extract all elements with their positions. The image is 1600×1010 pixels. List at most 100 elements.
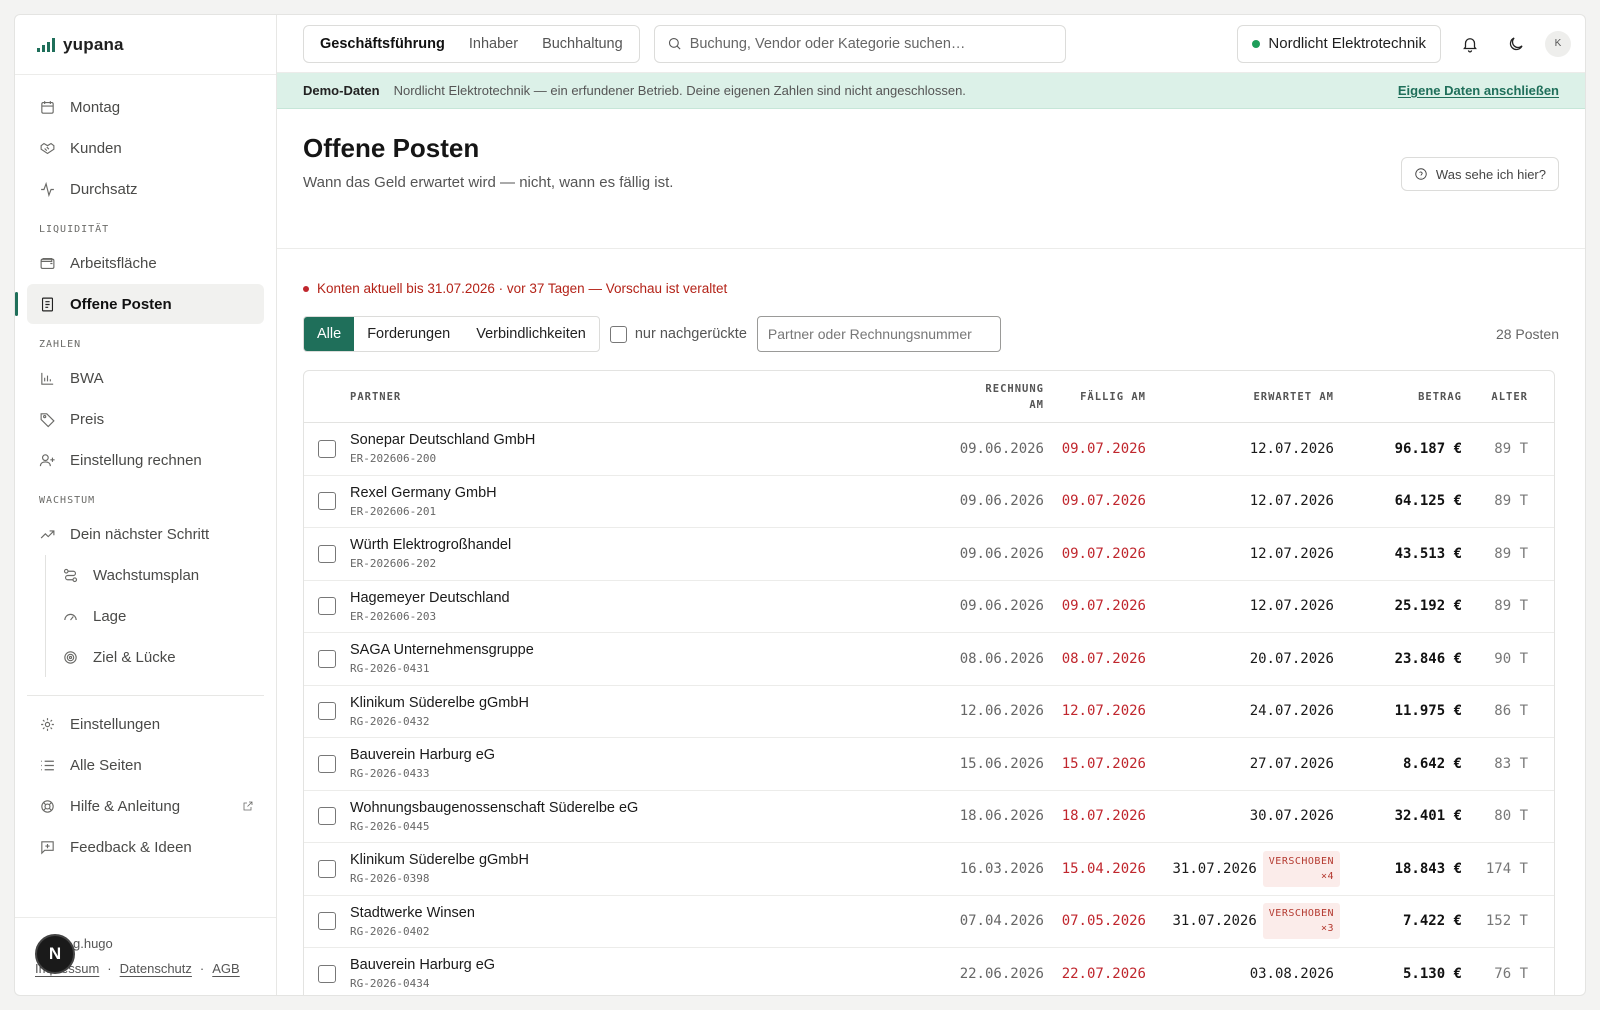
connect-data-link[interactable]: Eigene Daten anschließen: [1398, 83, 1559, 98]
col-erwartet-label: ERWARTET AM: [1253, 390, 1334, 403]
col-betrag[interactable]: BETRAG: [1340, 391, 1462, 403]
sidebar-item-hilfe[interactable]: Hilfe & Anleitung: [27, 786, 264, 826]
sidebar-item-alle-seiten[interactable]: Alle Seiten: [27, 745, 264, 785]
brand[interactable]: yupana: [15, 15, 276, 75]
avatar[interactable]: K: [1545, 30, 1571, 57]
filter-forderungen[interactable]: Forderungen: [354, 317, 463, 351]
filter-alle[interactable]: Alle: [304, 317, 355, 351]
sidebar-item-label: Lage: [93, 607, 127, 625]
table-row[interactable]: Wohnungsbaugenossenschaft Süderelbe eG R…: [304, 791, 1554, 843]
filter-verbindlichkeiten[interactable]: Verbindlichkeiten: [463, 317, 599, 351]
col-alter[interactable]: ALTER: [1462, 391, 1538, 403]
col-erwartet[interactable]: ERWARTET AM: [1146, 391, 1340, 403]
warning-dot-icon: [303, 285, 309, 292]
moved-up-label: nur nachgerückte: [634, 326, 747, 342]
row-checkbox[interactable]: [318, 912, 336, 931]
col-rechnung-line2: AM: [1029, 398, 1044, 411]
route-icon: [63, 568, 78, 582]
row-checkbox[interactable]: [318, 754, 336, 773]
expected-date: 12.07.2026: [1249, 440, 1334, 457]
age: 86 T: [1494, 703, 1528, 720]
theme-toggle-button[interactable]: [1499, 27, 1533, 61]
agb-link[interactable]: AGB: [212, 961, 239, 976]
table-row[interactable]: Bauverein Harburg eG RG-2026-0433 15.06.…: [304, 738, 1554, 791]
row-checkbox[interactable]: [318, 492, 336, 511]
row-checkbox[interactable]: [318, 807, 336, 826]
row-checkbox[interactable]: [318, 964, 336, 983]
partner-search-input[interactable]: [756, 316, 1001, 352]
sidebar-item-einstellung-rechnen[interactable]: Einstellung rechnen: [27, 440, 264, 480]
partner-name: Stadtwerke Winsen: [350, 904, 475, 921]
shifted-label: VERSCHOBEN: [1268, 908, 1334, 920]
col-rechnung[interactable]: RECHNUNG AM: [920, 383, 1044, 411]
expected-date: 12.07.2026: [1249, 598, 1334, 615]
sidebar-item-offene-posten[interactable]: Offene Posten: [15, 284, 264, 324]
sidebar-item-bwa[interactable]: BWA: [27, 358, 264, 398]
datenschutz-link[interactable]: Datenschutz: [120, 961, 192, 976]
role-tab-geschaeftsfuehrung[interactable]: Geschäftsführung: [308, 29, 457, 59]
sidebar-item-arbeitsflaeche[interactable]: Arbeitsfläche: [27, 243, 264, 283]
table-row[interactable]: Sonepar Deutschland GmbH ER-202606-200 0…: [304, 423, 1554, 476]
expected-date: 27.07.2026: [1249, 755, 1334, 772]
sidebar-item-lage[interactable]: Lage: [50, 596, 264, 636]
search-input[interactable]: [689, 35, 1050, 52]
amount: 64.125 €: [1394, 493, 1462, 510]
partner-name: SAGA Unternehmensgruppe: [350, 642, 534, 659]
content: Konten aktuell bis 31.07.2026 · vor 37 T…: [277, 281, 1585, 995]
table-row[interactable]: Bauverein Harburg eG RG-2026-0434 22.06.…: [304, 948, 1554, 995]
role-tab-inhaber[interactable]: Inhaber: [457, 29, 530, 59]
gear-icon: [41, 717, 54, 731]
invoice-number: RG-2026-0433: [350, 767, 430, 781]
notifications-button[interactable]: [1453, 27, 1487, 61]
col-partner[interactable]: PARTNER: [350, 391, 920, 403]
moved-up-checkbox[interactable]: [609, 325, 627, 343]
activity-icon: [41, 181, 54, 197]
sidebar-item-kunden[interactable]: Kunden: [27, 128, 264, 168]
sidebar-item-montag[interactable]: Montag: [27, 87, 264, 127]
sidebar-divider: [27, 695, 264, 696]
row-checkbox-cell: [304, 912, 350, 931]
age: 76 T: [1494, 965, 1528, 982]
sidebar-item-feedback[interactable]: Feedback & Ideen: [27, 827, 264, 867]
row-checkbox[interactable]: [318, 702, 336, 721]
moved-up-filter[interactable]: nur nachgerückte: [609, 325, 747, 343]
table-row[interactable]: Klinikum Süderelbe gGmbH RG-2026-0398 16…: [304, 843, 1554, 896]
table-row[interactable]: SAGA Unternehmensgruppe RG-2026-0431 08.…: [304, 633, 1554, 686]
role-tab-buchhaltung[interactable]: Buchhaltung: [530, 29, 635, 59]
due-date: 12.07.2026: [1061, 703, 1146, 720]
table-row[interactable]: Hagemeyer Deutschland ER-202606-203 09.0…: [304, 581, 1554, 633]
help-button[interactable]: Was sehe ich hier?: [1400, 157, 1559, 191]
next-devtools-badge[interactable]: N: [35, 934, 75, 974]
sidebar-item-einstellungen[interactable]: Einstellungen: [27, 704, 264, 744]
row-checkbox-cell: [304, 859, 350, 878]
row-checkbox[interactable]: [318, 859, 336, 878]
sidebar-item-wachstumsplan[interactable]: Wachstumsplan: [50, 555, 264, 595]
due-date: 09.07.2026: [1061, 545, 1146, 562]
row-checkbox[interactable]: [318, 439, 336, 458]
row-checkbox[interactable]: [318, 649, 336, 668]
table-row[interactable]: Stadtwerke Winsen RG-2026-0402 07.04.202…: [304, 896, 1554, 948]
warning-text: Konten aktuell bis 31.07.2026 · vor 37 T…: [317, 281, 728, 296]
sidebar-item-ziel-luecke[interactable]: Ziel & Lücke: [50, 637, 264, 677]
sidebar-item-naechster-schritt[interactable]: Dein nächster Schritt: [27, 514, 264, 554]
row-checkbox[interactable]: [318, 597, 336, 616]
table-row[interactable]: Klinikum Süderelbe gGmbH RG-2026-0432 12…: [304, 686, 1554, 738]
invoice-number: ER-202606-200: [350, 452, 437, 466]
table-row[interactable]: Würth Elektrogroßhandel ER-202606-202 09…: [304, 528, 1554, 581]
partner-cell: Hagemeyer Deutschland ER-202606-203: [350, 590, 920, 623]
company-switcher[interactable]: Nordlicht Elektrotechnik: [1237, 24, 1441, 63]
partner-name: Klinikum Süderelbe gGmbH: [350, 852, 529, 869]
sidebar-item-durchsatz[interactable]: Durchsatz: [27, 169, 264, 209]
row-checkbox[interactable]: [318, 544, 336, 563]
sidebar-item-preis[interactable]: Preis: [27, 399, 264, 439]
banner-text: Nordlicht Elektrotechnik — ein erfundene…: [393, 83, 966, 98]
help-button-label: Was sehe ich hier?: [1435, 166, 1546, 182]
table-row[interactable]: Rexel Germany GmbH ER-202606-201 09.06.2…: [304, 476, 1554, 528]
amount: 23.846 €: [1394, 650, 1462, 667]
expected-cell: 20.07.2026: [1146, 651, 1340, 667]
col-faellig[interactable]: FÄLLIG AM: [1044, 391, 1146, 403]
sidebar-item-label: Dein nächster Schritt: [70, 525, 210, 543]
due-date: 15.04.2026: [1061, 860, 1146, 877]
partner-name: Sonepar Deutschland GmbH: [350, 432, 536, 449]
age: 174 T: [1485, 860, 1528, 877]
